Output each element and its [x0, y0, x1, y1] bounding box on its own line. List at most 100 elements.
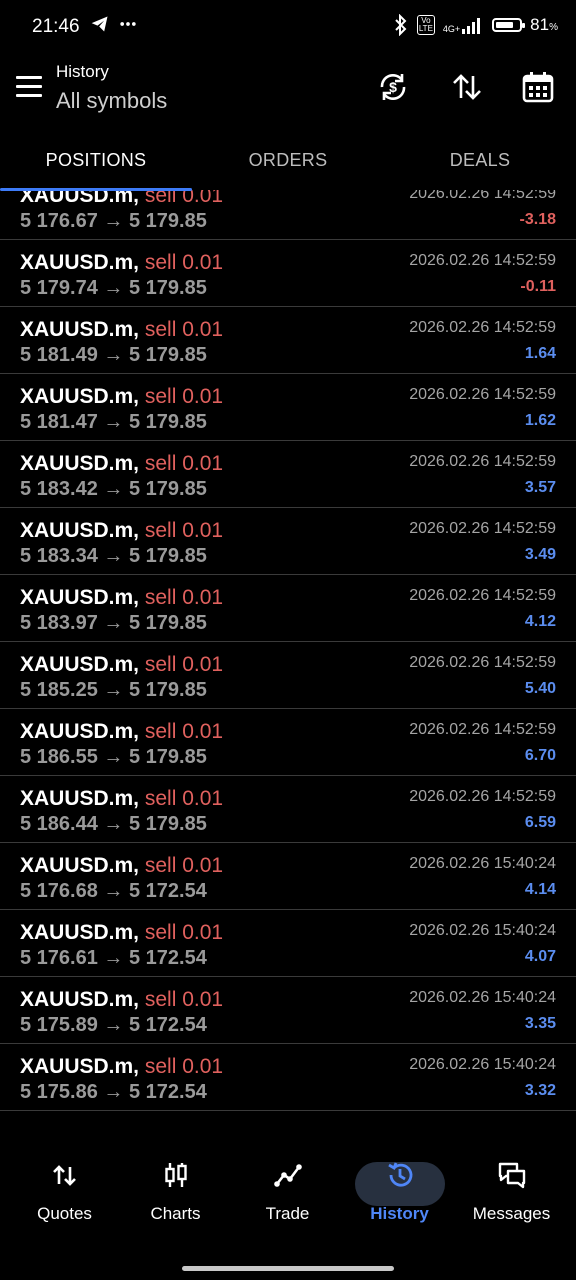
currency-exchange-icon[interactable]: $	[376, 70, 410, 104]
position-type: sell 0.01	[144, 787, 224, 810]
open-price: 5 176.68	[20, 880, 98, 902]
messages-icon	[498, 1162, 525, 1189]
open-price: 5 183.42	[20, 478, 98, 500]
volte-indicator: Vo LTE	[416, 15, 435, 35]
position-symbol: XAUUSD.m, sell 0.01	[20, 921, 224, 944]
position-symbol: XAUUSD.m, sell 0.01	[20, 586, 224, 609]
tab-deals[interactable]: DEALS	[384, 150, 576, 171]
open-price: 5 181.47	[20, 411, 98, 433]
position-profit: 3.35	[524, 1015, 556, 1032]
position-symbol: XAUUSD.m, sell 0.01	[20, 787, 224, 810]
positions-list[interactable]: XAUUSD.m, sell 0.01 5 176.67 → 5 179.85 20…	[0, 190, 576, 1114]
position-profit: 3.57	[524, 479, 556, 496]
active-tab-indicator	[0, 188, 192, 191]
position-time: 2026.02.26 14:52:59	[409, 587, 556, 604]
tab-bar: POSITIONS ORDERS DEALS	[0, 130, 576, 190]
calendar-icon[interactable]	[521, 70, 555, 104]
position-row[interactable]: XAUUSD.m, sell 0.01 5 176.67 → 5 179.85 20…	[0, 190, 576, 240]
position-prices: 5 176.67 → 5 179.85	[20, 210, 207, 233]
open-price: 5 186.44	[20, 813, 98, 835]
symbol-filter[interactable]: All symbols	[56, 88, 167, 114]
close-price: 5 172.54	[128, 1081, 207, 1103]
position-time: 2026.02.26 15:40:24	[409, 855, 556, 872]
position-row[interactable]: XAUUSD.m, sell 0.01 5 183.42 → 5 179.85 20…	[0, 441, 576, 508]
position-prices: 5 176.61 → 5 172.54	[20, 947, 207, 970]
nav-quotes[interactable]: Quotes	[7, 1160, 122, 1224]
position-row[interactable]: XAUUSD.m, sell 0.01 5 181.47 → 5 179.85 20…	[0, 374, 576, 441]
quotes-icon	[52, 1165, 76, 1186]
menu-icon[interactable]	[16, 76, 42, 98]
arrow-icon: →	[103, 679, 124, 701]
signal-indicator: 4G+	[443, 16, 484, 34]
position-type: sell 0.01	[144, 318, 224, 341]
app-header: History All symbols $	[0, 54, 576, 128]
position-prices: 5 176.68 → 5 172.54	[20, 880, 207, 903]
position-prices: 5 175.89 → 5 172.54	[20, 1014, 207, 1037]
nav-charts[interactable]: Charts	[118, 1160, 233, 1224]
position-row[interactable]: XAUUSD.m, sell 0.01 5 183.34 → 5 179.85 20…	[0, 508, 576, 575]
position-symbol: XAUUSD.m, sell 0.01	[20, 988, 224, 1011]
battery-icon	[492, 18, 526, 32]
position-time: 2026.02.26 14:52:59	[409, 190, 556, 202]
close-price: 5 172.54	[128, 947, 207, 969]
svg-text:$: $	[389, 79, 397, 95]
arrow-icon: →	[103, 612, 124, 634]
position-profit: 1.62	[524, 412, 556, 429]
arrow-icon: →	[103, 746, 124, 768]
close-price: 5 179.85	[128, 344, 207, 366]
position-row[interactable]: XAUUSD.m, sell 0.01 5 183.97 → 5 179.85 20…	[0, 575, 576, 642]
position-row[interactable]: XAUUSD.m, sell 0.01 5 179.74 → 5 179.85 20…	[0, 240, 576, 307]
open-price: 5 183.97	[20, 612, 98, 634]
position-time: 2026.02.26 14:52:59	[409, 654, 556, 671]
position-type: sell 0.01	[144, 190, 224, 207]
position-type: sell 0.01	[144, 720, 224, 743]
arrow-icon: →	[103, 947, 124, 969]
position-symbol: XAUUSD.m, sell 0.01	[20, 519, 224, 542]
signal-icon	[462, 18, 481, 34]
trade-icon	[273, 1164, 302, 1187]
position-row[interactable]: XAUUSD.m, sell 0.01 5 176.61 → 5 172.54 20…	[0, 910, 576, 977]
position-row[interactable]: XAUUSD.m, sell 0.01 5 185.25 → 5 179.85 20…	[0, 642, 576, 709]
arrow-icon: →	[103, 411, 124, 433]
nav-trade[interactable]: Trade	[230, 1160, 345, 1224]
position-prices: 5 179.74 → 5 179.85	[20, 277, 207, 300]
close-price: 5 179.85	[128, 545, 207, 567]
position-prices: 5 181.49 → 5 179.85	[20, 344, 207, 367]
position-row[interactable]: XAUUSD.m, sell 0.01 5 181.49 → 5 179.85 20…	[0, 307, 576, 374]
position-time: 2026.02.26 14:52:59	[409, 252, 556, 269]
open-price: 5 176.67	[20, 210, 98, 232]
home-indicator[interactable]	[182, 1266, 394, 1271]
position-profit: 3.32	[524, 1082, 556, 1099]
position-profit: 4.14	[524, 881, 556, 898]
open-price: 5 183.34	[20, 545, 98, 567]
arrow-icon: →	[103, 1081, 124, 1103]
position-symbol: XAUUSD.m, sell 0.01	[20, 251, 224, 274]
nav-messages[interactable]: Messages	[454, 1160, 569, 1224]
bluetooth-icon	[395, 14, 407, 36]
network-type: 4G+	[442, 24, 461, 34]
position-row[interactable]: XAUUSD.m, sell 0.01 5 186.55 → 5 179.85 20…	[0, 709, 576, 776]
sort-icon[interactable]	[450, 70, 484, 104]
close-price: 5 179.85	[128, 813, 207, 835]
position-prices: 5 185.25 → 5 179.85	[20, 679, 207, 702]
position-row[interactable]: XAUUSD.m, sell 0.01 5 175.89 → 5 172.54 20…	[0, 977, 576, 1044]
position-prices: 5 186.44 → 5 179.85	[20, 813, 207, 836]
telegram-icon	[91, 16, 108, 32]
position-row[interactable]: XAUUSD.m, sell 0.01 5 176.68 → 5 172.54 20…	[0, 843, 576, 910]
position-profit: 4.12	[524, 613, 556, 630]
nav-history[interactable]: History	[342, 1160, 457, 1224]
tab-positions[interactable]: POSITIONS	[0, 150, 192, 171]
open-price: 5 175.86	[20, 1081, 98, 1103]
page-title: History	[56, 62, 109, 81]
position-type: sell 0.01	[144, 653, 224, 676]
open-price: 5 179.74	[20, 277, 98, 299]
position-time: 2026.02.26 15:40:24	[409, 989, 556, 1006]
close-price: 5 179.85	[128, 210, 207, 232]
close-price: 5 172.54	[128, 880, 207, 902]
position-time: 2026.02.26 14:52:59	[409, 520, 556, 537]
tab-orders[interactable]: ORDERS	[192, 150, 384, 171]
position-profit: 4.07	[524, 948, 556, 965]
position-row[interactable]: XAUUSD.m, sell 0.01 5 186.44 → 5 179.85 20…	[0, 776, 576, 843]
position-row[interactable]: XAUUSD.m, sell 0.01 5 175.86 → 5 172.54 20…	[0, 1044, 576, 1111]
arrow-icon: →	[103, 344, 124, 366]
